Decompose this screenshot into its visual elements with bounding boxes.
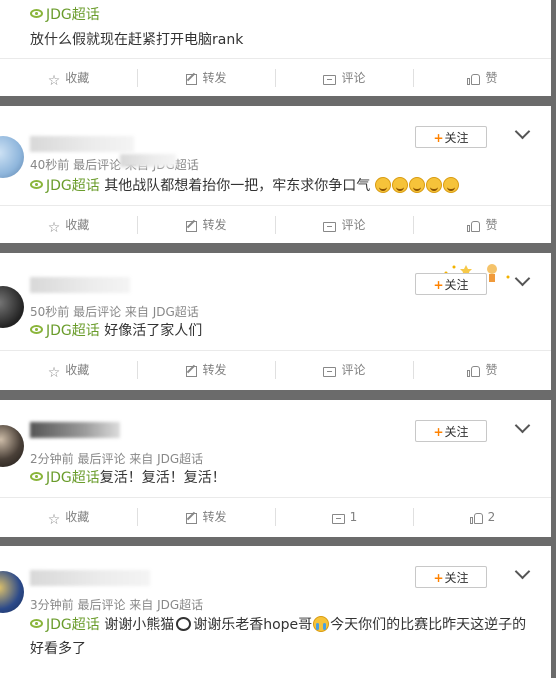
follow-button[interactable]: +关注: [415, 566, 487, 588]
follow-button[interactable]: +关注: [415, 420, 487, 442]
comment-icon: [323, 367, 337, 377]
post-text: 谢谢乐老香hope哥: [193, 617, 313, 633]
action-bar: ☆ 收藏 转发 评论 赞: [0, 205, 551, 243]
smile-emoji-icon: [374, 177, 391, 193]
comment-icon: [323, 222, 337, 232]
repost-button[interactable]: 转发: [138, 498, 275, 536]
crying-emoji-icon: [313, 616, 330, 632]
post-text: 好像活了家人们: [104, 323, 203, 339]
avatar[interactable]: [0, 136, 24, 178]
topic-link[interactable]: JDG超话: [30, 323, 100, 339]
supertopic-icon: [30, 619, 43, 628]
comment-button[interactable]: 评论: [276, 206, 413, 243]
supertopic-icon: [30, 9, 43, 18]
post-card: 50秒前 最后评论 来自 JDG超话 +关注 JDG超话 好像活了家人们 ☆ 收藏…: [0, 253, 551, 390]
star-icon: ☆: [47, 365, 61, 381]
comment-icon: [331, 514, 345, 524]
username-blurred[interactable]: [30, 570, 150, 586]
comment-count: 1: [349, 510, 358, 524]
topic-link[interactable]: JDG超话: [30, 470, 100, 486]
post-content: JDG超话 其他战队都想着抬你一把，牢东求你争口气: [30, 174, 531, 198]
post-text: 复活！复活！复活！: [99, 470, 226, 486]
post-content: JDG超话 谢谢小熊猫 谢谢乐老香hope哥 今天你们的比赛比昨天这逆子的好看多了: [30, 613, 531, 661]
username-blurred[interactable]: [30, 136, 134, 152]
post-card: 3分钟前 最后评论 来自 JDG超话 +关注 JDG超话 谢谢小熊猫 谢谢乐老香h…: [0, 546, 551, 678]
topic-link[interactable]: JDG超话: [30, 7, 100, 23]
post-card: 40秒前 最后评论 来自 JDG超话 +关注 JDG超话 其他战队都想着抬你一把…: [0, 106, 551, 243]
comment-icon: [323, 75, 337, 85]
action-bar: ☆ 收藏 转发 1 2: [0, 497, 551, 536]
thumbs-up-icon: [467, 73, 481, 85]
avatar[interactable]: [0, 286, 24, 328]
comment-button[interactable]: 评论: [276, 351, 413, 389]
repost-button[interactable]: 转发: [138, 59, 275, 96]
repost-icon: [186, 513, 198, 524]
collect-button[interactable]: ☆ 收藏: [0, 59, 137, 96]
supertopic-icon: [30, 325, 43, 334]
post-card: JDG超话 放什么假就现在赶紧打开电脑rank ☆ 收藏 转发 评论 赞: [0, 0, 551, 96]
repost-icon: [186, 221, 198, 232]
repost-button[interactable]: 转发: [138, 351, 275, 389]
post-content: JDG超话复活！复活！复活！: [30, 466, 531, 490]
follow-button[interactable]: +关注: [415, 273, 487, 295]
smile-emoji-icon: [408, 177, 425, 193]
follow-button[interactable]: +关注: [415, 126, 487, 148]
smile-emoji-icon: [442, 177, 459, 193]
avatar[interactable]: [0, 425, 24, 467]
thumbs-up-icon: [467, 220, 481, 232]
like-button[interactable]: 2: [414, 498, 551, 536]
post-text: 谢谢小熊猫: [104, 617, 175, 633]
post-content: JDG超话: [30, 3, 531, 27]
like-count: 2: [487, 510, 496, 524]
topic-link[interactable]: JDG超话: [30, 617, 100, 633]
collect-button[interactable]: ☆ 收藏: [0, 498, 137, 536]
repost-icon: [186, 366, 198, 377]
chevron-down-icon[interactable]: [514, 123, 531, 140]
like-button[interactable]: 赞: [414, 351, 551, 389]
topic-link[interactable]: JDG超话: [30, 178, 100, 194]
smile-emoji-icon: [425, 177, 442, 193]
avatar[interactable]: [0, 571, 24, 613]
like-button[interactable]: 赞: [414, 59, 551, 96]
thumbs-up-icon: [469, 512, 483, 524]
collect-button[interactable]: ☆ 收藏: [0, 351, 137, 389]
chevron-down-icon[interactable]: [514, 563, 531, 580]
username-blurred[interactable]: [30, 422, 120, 438]
action-bar: ☆ 收藏 转发 评论 赞: [0, 350, 551, 389]
username-blurred[interactable]: [30, 277, 130, 293]
post-card: 2分钟前 最后评论 来自 JDG超话 +关注 JDG超话复活！复活！复活！ ☆ 收…: [0, 400, 551, 537]
comment-button[interactable]: 评论: [276, 59, 413, 96]
post-meta: 50秒前 最后评论 来自 JDG超话: [30, 305, 199, 319]
repost-button[interactable]: 转发: [138, 206, 275, 243]
post-text: 放什么假就现在赶紧打开电脑rank: [30, 32, 244, 48]
collect-button[interactable]: ☆ 收藏: [0, 206, 137, 243]
action-bar: ☆ 收藏 转发 评论 赞: [0, 58, 551, 96]
comment-button[interactable]: 1: [276, 498, 413, 536]
supertopic-icon: [30, 180, 43, 189]
post-meta: 3分钟前 最后评论 来自 JDG超话: [30, 598, 204, 612]
smile-emoji-icon: [391, 177, 408, 193]
post-content: JDG超话 好像活了家人们: [30, 319, 531, 343]
like-button[interactable]: 赞: [414, 206, 551, 243]
star-icon: ☆: [47, 512, 61, 528]
supertopic-icon: [30, 472, 43, 481]
chevron-down-icon[interactable]: [514, 417, 531, 434]
star-icon: ☆: [47, 73, 61, 89]
repost-icon: [186, 74, 198, 85]
panda-emoji-icon: [176, 617, 192, 631]
post-text: 其他战队都想着抬你一把，牢东求你争口气: [104, 178, 371, 194]
post-meta: 2分钟前 最后评论 来自 JDG超话: [30, 452, 204, 466]
star-icon: ☆: [47, 220, 61, 236]
thumbs-up-icon: [467, 365, 481, 377]
